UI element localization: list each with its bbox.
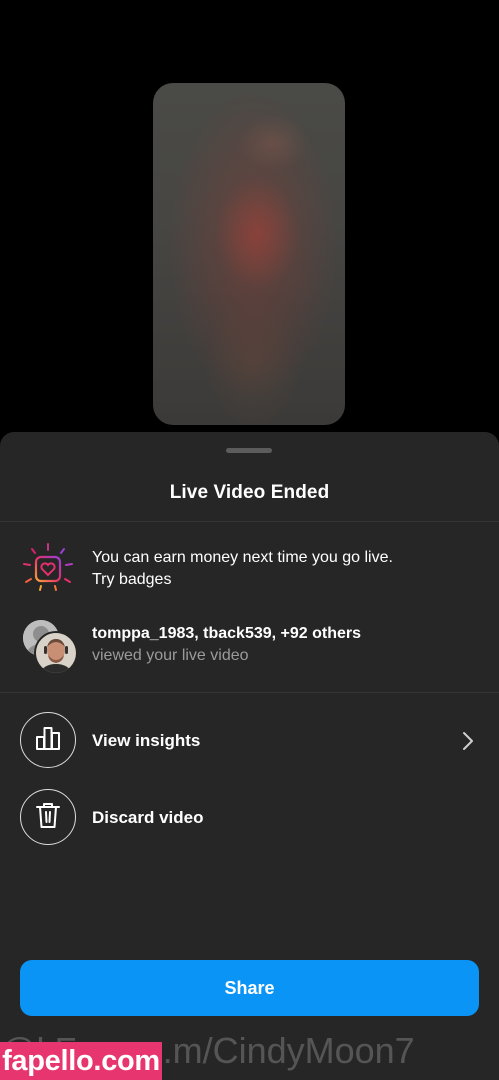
share-button[interactable]: Share	[20, 960, 479, 1016]
discard-button[interactable]	[20, 789, 76, 845]
viewers-names: tomppa_1983, tback539, +92 others	[92, 625, 362, 642]
viewer-avatar-front	[34, 631, 78, 675]
live-ended-sheet: Live Video Ended You can earn money next…	[0, 432, 499, 1080]
trash-icon	[34, 800, 62, 835]
live-video-preview	[153, 83, 345, 425]
viewers-summary[interactable]: tomppa_1983, tback539, +92 others viewed…	[92, 623, 361, 667]
watermark-badge: fapello.com	[0, 1042, 162, 1080]
chevron-right-icon[interactable]	[460, 730, 474, 757]
bar-chart-icon	[34, 724, 62, 757]
badge-heart-icon	[22, 542, 74, 601]
discard-video-label[interactable]: Discard video	[92, 808, 204, 828]
badges-promo-line1: You can earn money next time you go live…	[92, 549, 393, 566]
divider	[0, 521, 499, 522]
viewers-subtext: viewed your live video	[92, 647, 249, 664]
badges-promo-line2: Try badges	[92, 571, 172, 588]
insights-button[interactable]	[20, 712, 76, 768]
sheet-title: Live Video Ended	[169, 482, 330, 503]
badges-promo[interactable]: You can earn money next time you go live…	[92, 547, 393, 591]
divider	[0, 692, 499, 693]
drag-handle[interactable]	[226, 448, 272, 453]
view-insights-label[interactable]: View insights	[92, 731, 200, 751]
